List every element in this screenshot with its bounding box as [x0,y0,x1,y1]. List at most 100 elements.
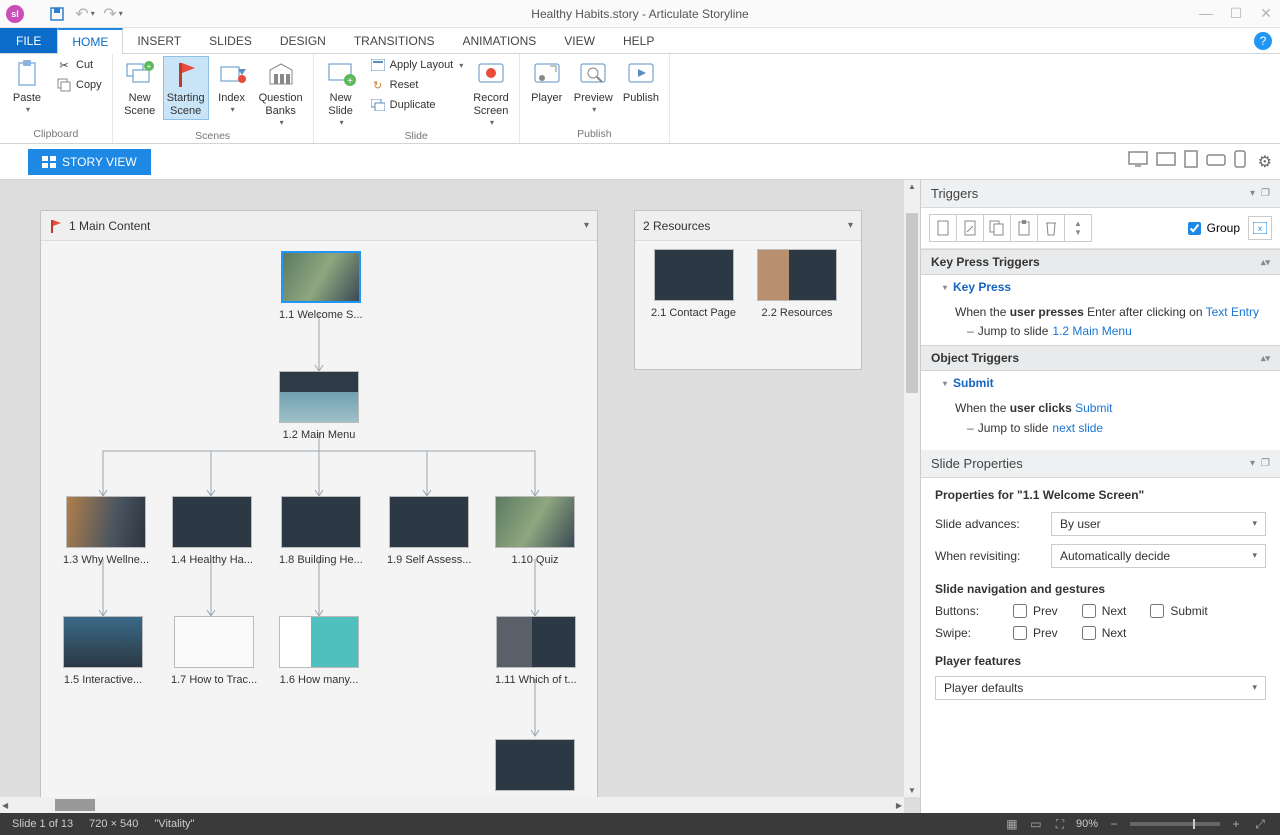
slide-thumb[interactable]: 1.6 How many... [279,616,359,686]
zoom-fit-icon[interactable]: ⤢ [1252,817,1268,831]
story-view-tab[interactable]: STORY VIEW [28,149,151,175]
new-trigger-button[interactable] [929,214,957,242]
starting-scene-button[interactable]: Starting Scene [163,56,209,120]
slide-thumbnail-image[interactable] [495,496,575,548]
cut-button[interactable]: ✂Cut [52,56,106,74]
device-desktop-icon[interactable] [1128,151,1148,172]
slide-thumb[interactable]: 1.1 Welcome S... [279,251,363,321]
slide-thumb[interactable]: 1.2 Main Menu [279,371,359,441]
scene-menu-icon[interactable]: ▾ [848,220,853,231]
scene-card[interactable]: 1 Main Content▾ 1.1 Welcome S... 1.2 Main … [40,210,598,813]
status-fit-icon[interactable]: ⛶ [1052,817,1068,831]
slide-thumbnail-image[interactable] [389,496,469,548]
record-screen-button[interactable]: Record Screen ▾ [469,56,512,130]
group-checkbox[interactable] [1188,222,1201,235]
maximize-button[interactable]: ☐ [1226,5,1246,22]
publish-button[interactable]: Publish [619,56,663,107]
tab-transitions[interactable]: TRANSITIONS [340,28,449,53]
panel-menu-icon[interactable]: ▾ [1250,188,1255,199]
slide-thumb[interactable]: 1.7 How to Trac... [171,616,257,686]
scene-header[interactable]: 1 Main Content▾ [41,211,597,241]
collapse-icon[interactable]: ▴▾ [1261,353,1270,364]
paste-button[interactable]: Paste ▾ [6,56,48,117]
horizontal-scrollbar[interactable]: ◀ ▶ [0,797,904,813]
slide-thumb[interactable] [495,739,575,797]
slide-thumb[interactable]: 2.2 Resources [757,249,837,319]
manage-variables-button[interactable]: x [1248,216,1272,240]
vertical-scrollbar[interactable]: ▲ ▼ [904,180,920,797]
redo-icon[interactable]: ↷▾ [104,5,122,23]
slide-thumbnail-image[interactable] [757,249,837,301]
scene-header[interactable]: 2 Resources▾ [635,211,861,241]
close-button[interactable]: ✕ [1256,5,1276,22]
slide-thumbnail-image[interactable] [281,251,361,303]
key-press-section[interactable]: Key Press Triggers ▴▾ [921,249,1280,275]
scene-card[interactable]: 2 Resources▾ 2.1 Contact Page 2.2 Resource… [634,210,862,370]
undo-icon[interactable]: ↶▾ [76,5,94,23]
duplicate-button[interactable]: Duplicate [366,96,468,114]
tab-animations[interactable]: ANIMATIONS [449,28,551,53]
swipe-next-checkbox[interactable] [1082,626,1096,640]
move-trigger-button[interactable]: ▲▼ [1064,214,1092,242]
tab-help[interactable]: HELP [609,28,668,53]
slide-thumbnail-image[interactable] [172,496,252,548]
slide-thumb[interactable]: 1.11 Which of t... [495,616,577,686]
help-icon[interactable]: ? [1254,32,1272,50]
tab-insert[interactable]: INSERT [123,28,195,53]
panel-menu-icon[interactable]: ▾ [1250,458,1255,469]
features-select[interactable]: Player defaults▾ [935,676,1266,700]
zoom-slider[interactable] [1130,822,1220,826]
panel-restore-icon[interactable]: ❐ [1261,458,1270,469]
revisiting-select[interactable]: Automatically decide▾ [1051,544,1266,568]
delete-trigger-button[interactable] [1037,214,1065,242]
zoom-out-icon[interactable]: − [1106,817,1122,831]
slide-thumb[interactable]: 1.9 Self Assess... [387,496,471,566]
tab-file[interactable]: FILE [0,28,57,53]
slide-thumbnail-image[interactable] [66,496,146,548]
tab-home[interactable]: HOME [57,28,123,54]
tab-view[interactable]: VIEW [550,28,609,53]
slide-thumb[interactable]: 1.8 Building He... [279,496,363,566]
paste-trigger-button[interactable] [1010,214,1038,242]
device-tablet-landscape-icon[interactable] [1156,152,1176,171]
apply-layout-button[interactable]: Apply Layout▾ [366,56,468,74]
slide-thumb[interactable]: 2.1 Contact Page [651,249,736,319]
slide-thumbnail-image[interactable] [496,616,576,668]
trigger-key-press[interactable]: ▾Key Press [921,275,1280,299]
device-tablet-portrait-icon[interactable] [1184,150,1198,173]
player-button[interactable]: Player [526,56,568,107]
minimize-button[interactable]: ― [1196,5,1216,22]
slide-thumbnail-image[interactable] [174,616,254,668]
index-button[interactable]: Index ▾ [211,56,253,117]
slide-thumb[interactable]: 1.10 Quiz [495,496,575,566]
buttons-prev-checkbox[interactable] [1013,604,1027,618]
save-icon[interactable] [48,5,66,23]
reset-button[interactable]: ↻Reset [366,76,468,94]
advances-select[interactable]: By user▾ [1051,512,1266,536]
settings-gear-icon[interactable]: ⚙ [1258,152,1272,172]
zoom-in-icon[interactable]: + [1228,817,1244,831]
scrollbar-thumb[interactable] [906,213,918,393]
slide-thumb[interactable]: 1.5 Interactive... [63,616,143,686]
tab-design[interactable]: DESIGN [266,28,340,53]
slide-thumb[interactable]: 1.4 Healthy Ha... [171,496,253,566]
slide-thumbnail-image[interactable] [495,739,575,791]
group-toggle[interactable]: Group [1188,221,1240,235]
new-scene-button[interactable]: + New Scene [119,56,161,120]
scene-menu-icon[interactable]: ▾ [584,220,589,231]
slide-thumbnail-image[interactable] [63,616,143,668]
slide-thumbnail-image[interactable] [654,249,734,301]
scrollbar-thumb[interactable] [55,799,95,811]
edit-trigger-button[interactable] [956,214,984,242]
preview-button[interactable]: Preview ▾ [570,56,617,117]
device-phone-portrait-icon[interactable] [1234,150,1246,173]
trigger-submit-body[interactable]: When the user clicks Submit –Jump to sli… [921,395,1280,441]
slide-thumbnail-image[interactable] [279,616,359,668]
trigger-key-body[interactable]: When the user presses Enter after clicki… [921,299,1280,345]
tab-slides[interactable]: SLIDES [195,28,266,53]
panel-restore-icon[interactable]: ❐ [1261,188,1270,199]
new-slide-button[interactable]: + New Slide ▾ [320,56,362,130]
slide-thumbnail-image[interactable] [281,496,361,548]
slide-thumb[interactable]: 1.3 Why Wellne... [63,496,149,566]
copy-button[interactable]: Copy [52,76,106,94]
